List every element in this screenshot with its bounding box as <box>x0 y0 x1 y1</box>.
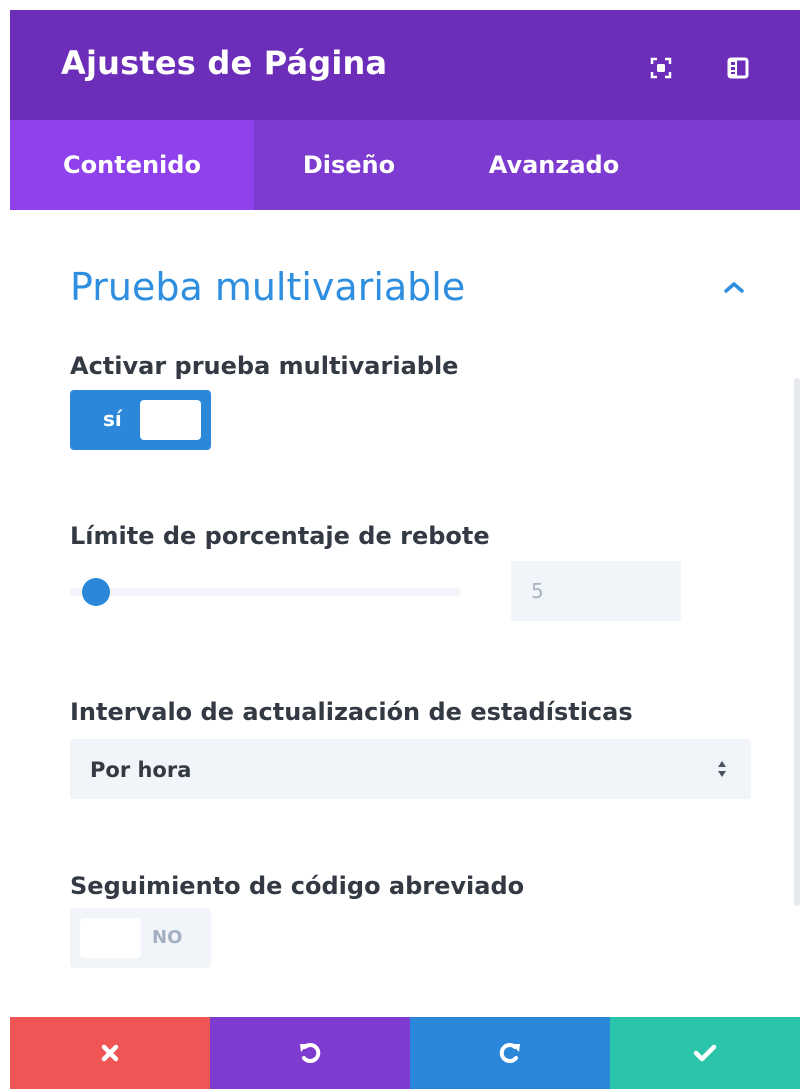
stats-interval-select[interactable]: Por hora <box>70 739 751 799</box>
redo-button[interactable] <box>410 1017 610 1089</box>
tab-content[interactable]: Contenido <box>10 120 254 210</box>
ab-testing-toggle[interactable]: sí <box>70 390 211 450</box>
chevron-up-icon[interactable] <box>723 280 745 294</box>
toggle-knob <box>140 400 201 440</box>
undo-button[interactable] <box>210 1017 410 1089</box>
save-button[interactable] <box>610 1017 800 1089</box>
tab-bar: Contenido Diseño Avanzado <box>10 120 800 210</box>
modal-title: Ajustes de Página <box>61 44 388 82</box>
select-arrows-icon <box>718 761 726 777</box>
bounce-limit-input[interactable]: 5 <box>511 561 681 621</box>
section-title[interactable]: Prueba multivariable <box>70 265 465 309</box>
toggle-off-text: NO <box>152 927 183 948</box>
modal-footer <box>10 1017 800 1089</box>
bounce-limit-label: Límite de porcentaje de rebote <box>70 522 490 550</box>
undo-icon <box>300 1043 321 1064</box>
expand-icon[interactable] <box>650 57 672 79</box>
stats-interval-label: Intervalo de actualización de estadístic… <box>70 698 633 726</box>
tab-advanced[interactable]: Avanzado <box>444 120 664 210</box>
page-settings-modal: Ajustes de Página Contenido Diseño Avanz… <box>10 10 800 1089</box>
sidebar-icon[interactable] <box>727 57 749 79</box>
cancel-button[interactable] <box>10 1017 210 1089</box>
select-value: Por hora <box>90 758 192 782</box>
redo-icon <box>499 1043 520 1064</box>
toggle-on-text: sí <box>103 407 122 431</box>
shortcode-tracking-toggle[interactable]: NO <box>70 908 211 968</box>
toggle-knob <box>80 918 141 958</box>
tab-design[interactable]: Diseño <box>254 120 444 210</box>
ab-testing-label: Activar prueba multivariable <box>70 352 459 380</box>
bounce-limit-slider-track[interactable] <box>70 588 461 596</box>
scrollbar[interactable] <box>794 378 800 906</box>
check-icon <box>693 1044 717 1062</box>
modal-header: Ajustes de Página <box>10 10 800 120</box>
bounce-limit-slider-handle[interactable] <box>82 578 110 606</box>
close-icon <box>101 1044 119 1062</box>
shortcode-tracking-label: Seguimiento de código abreviado <box>70 872 525 900</box>
